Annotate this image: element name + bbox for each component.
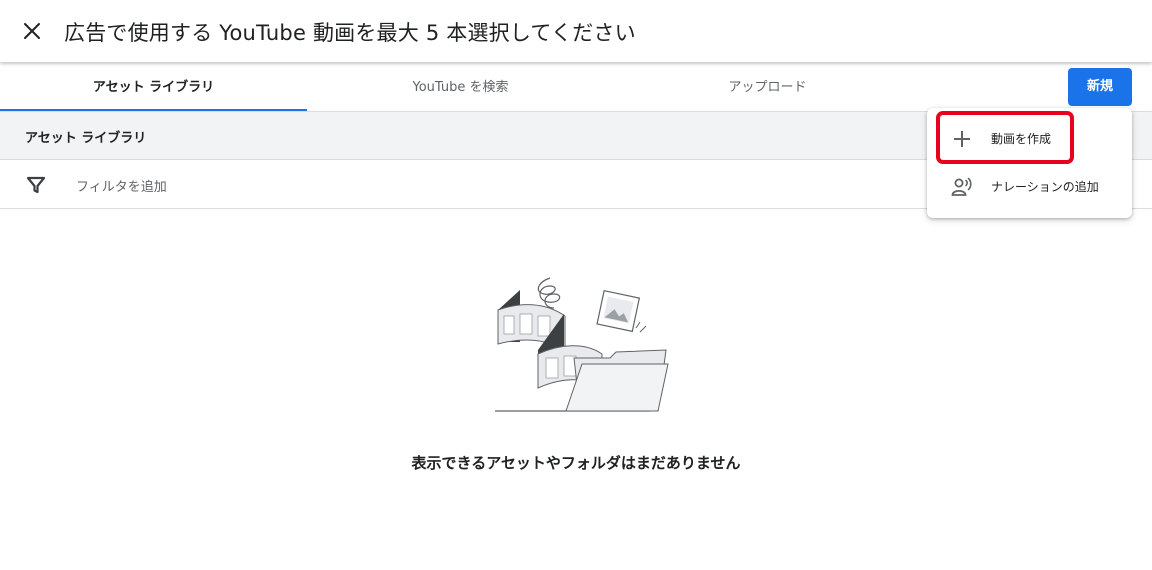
- empty-state-message: 表示できるアセットやフォルダはまだありません: [411, 454, 741, 472]
- tab-youtube-search[interactable]: YouTube を検索: [307, 64, 614, 112]
- menu-item-label: 動画を作成: [991, 132, 1052, 146]
- dialog-title: 広告で使用する YouTube 動画を最大 5 本選択してください: [64, 21, 636, 45]
- tab-bar: アセット ライブラリ YouTube を検索 アップロード: [0, 64, 1152, 112]
- section-title: アセット ライブラリ: [25, 131, 147, 146]
- menu-item-add-voiceover[interactable]: ナレーションの追加: [927, 162, 1132, 210]
- add-filter-input[interactable]: フィルタを追加: [76, 176, 167, 195]
- plus-icon: [954, 131, 970, 147]
- new-button[interactable]: 新規: [1068, 68, 1132, 106]
- menu-item-label: ナレーションの追加: [991, 180, 1099, 194]
- dialog-header: 広告で使用する YouTube 動画を最大 5 本選択してください: [0, 0, 1152, 62]
- empty-state-illustration: [495, 277, 669, 412]
- close-button[interactable]: [18, 17, 46, 45]
- tab-asset-library[interactable]: アセット ライブラリ: [0, 64, 307, 112]
- close-icon: [24, 23, 40, 39]
- new-menu-dropdown: 動画を作成 ナレーションの追加: [927, 108, 1132, 218]
- voiceover-icon: [951, 177, 972, 196]
- menu-item-create-video[interactable]: 動画を作成: [927, 114, 1132, 162]
- filter-icon[interactable]: [26, 175, 46, 195]
- tab-upload[interactable]: アップロード: [614, 64, 921, 112]
